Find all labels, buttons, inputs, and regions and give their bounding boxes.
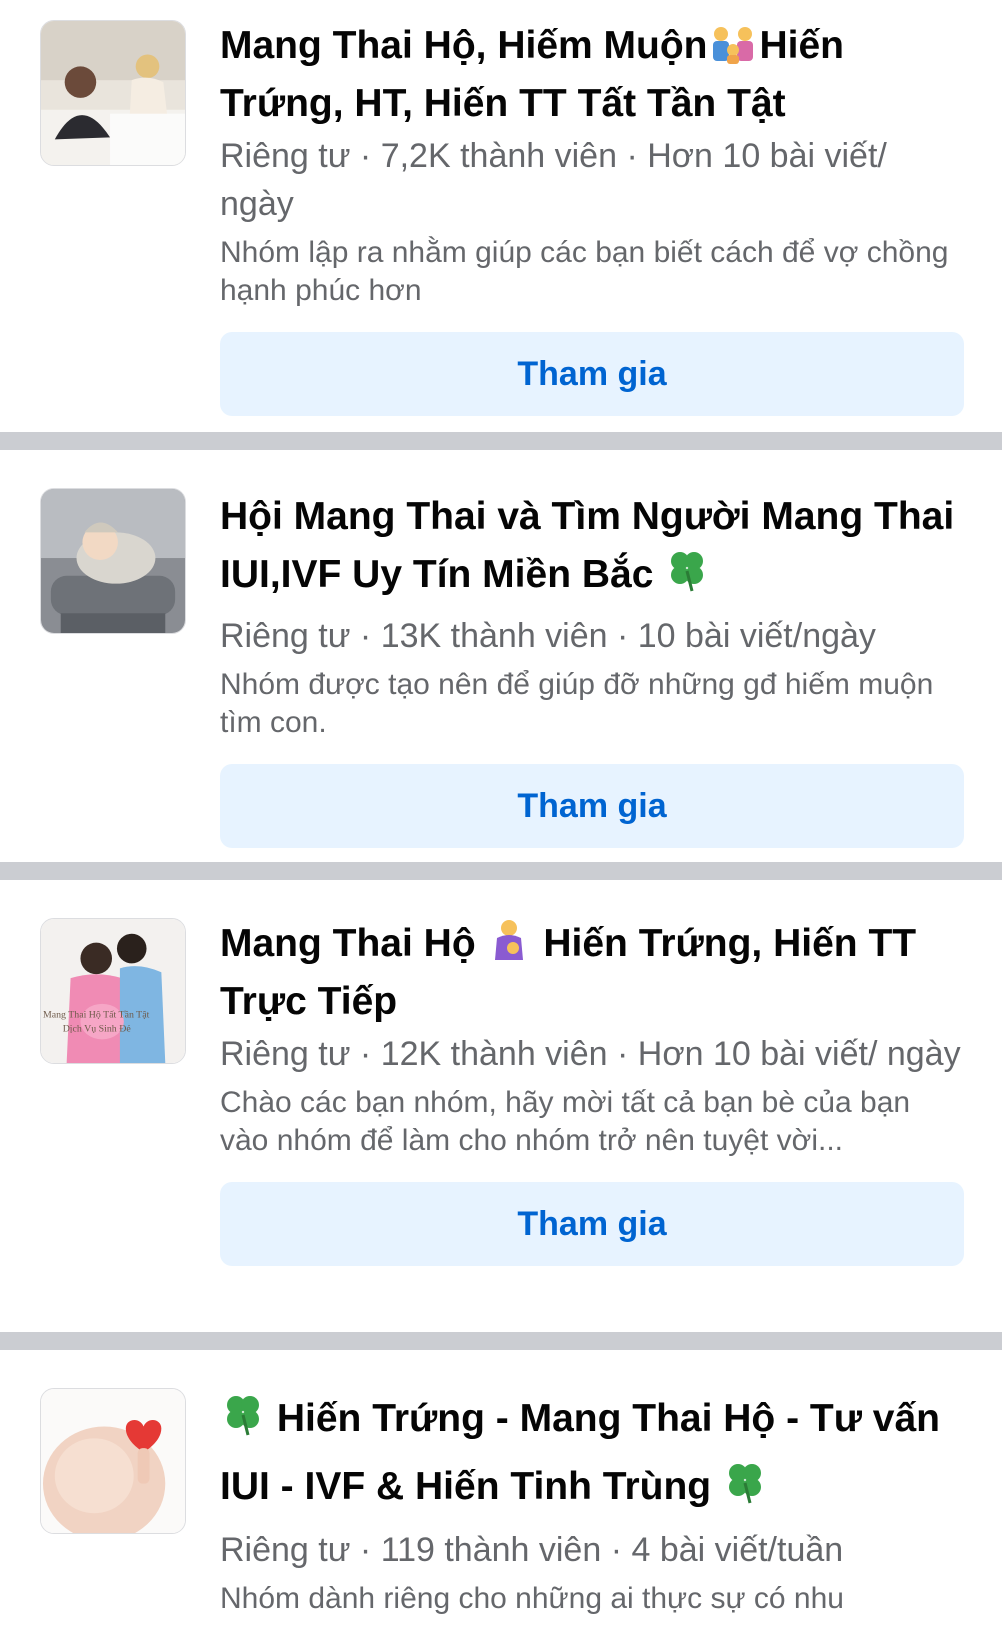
group-card[interactable]: Mang Thai Hộ Tất Tần Tật Dịch Vụ Sinh Đẻ… — [0, 880, 1002, 1332]
group-description: Chào các bạn nhóm, hãy mời tất cả bạn bè… — [220, 1086, 911, 1157]
pregnant-couple-photo-icon: Mang Thai Hộ Tất Tần Tật Dịch Vụ Sinh Đẻ — [41, 919, 185, 1063]
group-description: Nhóm được tạo nên để giúp đỡ những gđ hi… — [220, 668, 934, 739]
card-separator — [0, 862, 1002, 880]
group-title[interactable]: Mang Thai Hộ Hiến Trứng, Hiến TT Trực Ti… — [220, 918, 964, 1028]
group-thumbnail[interactable] — [40, 20, 186, 166]
thumb-caption-1: Mang Thai Hộ Tất Tần Tật — [43, 1010, 150, 1021]
card-separator — [0, 1332, 1002, 1350]
group-thumbnail[interactable] — [40, 488, 186, 634]
group-results-feed: Mang Thai Hộ, Hiếm Muộn Hiến Trứng, HT, H… — [0, 0, 1002, 1636]
join-button[interactable]: Tham gia — [220, 1182, 964, 1266]
couple-bed-photo-icon — [41, 21, 185, 165]
group-card[interactable]: Hội Mang Thai và Tìm Người Mang Thai IUI… — [0, 450, 1002, 862]
pregnant-belly-heart-photo-icon — [41, 1389, 185, 1533]
breastfeeding-emoji-icon — [487, 918, 533, 976]
group-meta: Riêng tư · 7,2K thành viên · Hơn 10 bài … — [220, 137, 887, 223]
group-card[interactable]: Hiến Trứng - Mang Thai Hộ - Tư vấn IUI -… — [0, 1350, 1002, 1636]
four-leaf-clover-icon — [664, 547, 710, 610]
group-title-text[interactable]: Mang Thai Hộ — [220, 922, 476, 965]
group-meta: Riêng tư · 13K thành viên · 10 bài viết/… — [220, 617, 876, 655]
group-title[interactable]: Mang Thai Hộ, Hiếm Muộn Hiến Trứng, HT, H… — [220, 20, 964, 130]
group-description: Nhóm lập ra nhằm giúp các bạn biết cách … — [220, 236, 949, 307]
family-emoji-icon — [707, 24, 759, 78]
group-title[interactable]: Hội Mang Thai và Tìm Người Mang Thai IUI… — [220, 488, 964, 610]
group-thumbnail[interactable]: Mang Thai Hộ Tất Tần Tật Dịch Vụ Sinh Đẻ — [40, 918, 186, 1064]
join-button[interactable]: Tham gia — [220, 332, 964, 416]
group-title-text[interactable]: Hiến Trứng - Mang Thai Hộ - Tư vấn IUI -… — [220, 1397, 940, 1508]
group-meta: Riêng tư · 119 thành viên · 4 bài viết/t… — [220, 1531, 844, 1569]
four-leaf-clover-icon — [722, 1459, 768, 1524]
group-thumbnail[interactable] — [40, 1388, 186, 1534]
card-separator — [0, 432, 1002, 450]
group-card[interactable]: Mang Thai Hộ, Hiếm Muộn Hiến Trứng, HT, H… — [0, 0, 1002, 432]
group-title-text[interactable]: Mang Thai Hộ, Hiếm Muộn — [220, 24, 707, 67]
group-title[interactable]: Hiến Trứng - Mang Thai Hộ - Tư vấn IUI -… — [220, 1388, 964, 1524]
thumb-caption-2: Dịch Vụ Sinh Đẻ — [63, 1023, 132, 1034]
group-description: Nhóm dành riêng cho những ai thực sự có … — [220, 1582, 844, 1615]
sleeping-baby-photo-icon — [41, 489, 185, 633]
join-button[interactable]: Tham gia — [220, 764, 964, 848]
group-title-text[interactable]: Hội Mang Thai và Tìm Người Mang Thai IUI… — [220, 495, 954, 596]
group-meta: Riêng tư · 12K thành viên · Hơn 10 bài v… — [220, 1035, 961, 1073]
four-leaf-clover-icon — [220, 1391, 266, 1456]
